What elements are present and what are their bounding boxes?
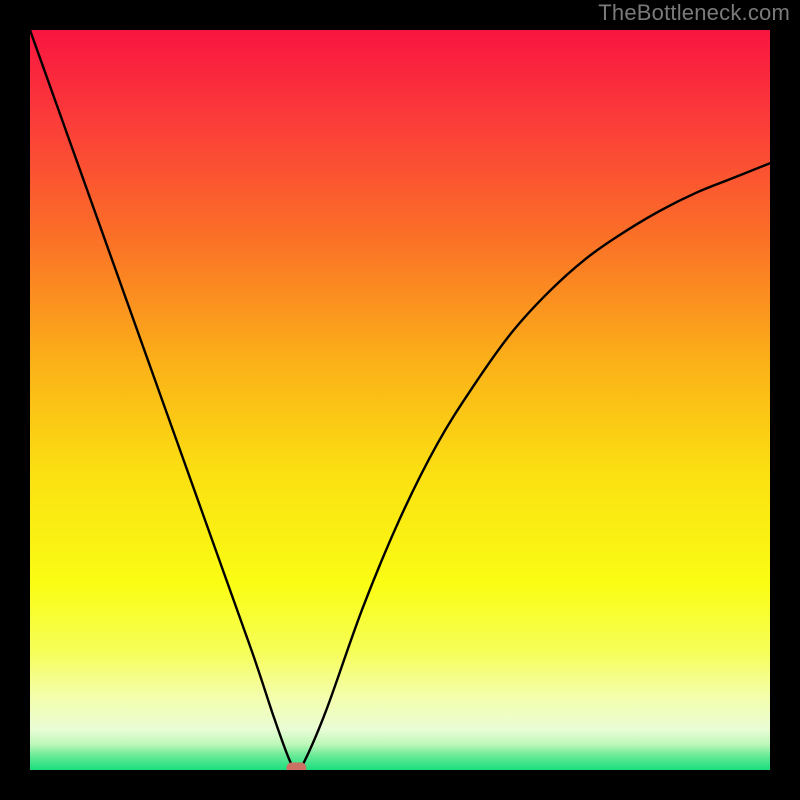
watermark-text: TheBottleneck.com <box>598 0 790 26</box>
chart-frame: TheBottleneck.com <box>0 0 800 800</box>
optimum-marker <box>286 763 306 771</box>
plot-area <box>30 30 770 770</box>
chart-svg <box>30 30 770 770</box>
gradient-background <box>30 30 770 770</box>
